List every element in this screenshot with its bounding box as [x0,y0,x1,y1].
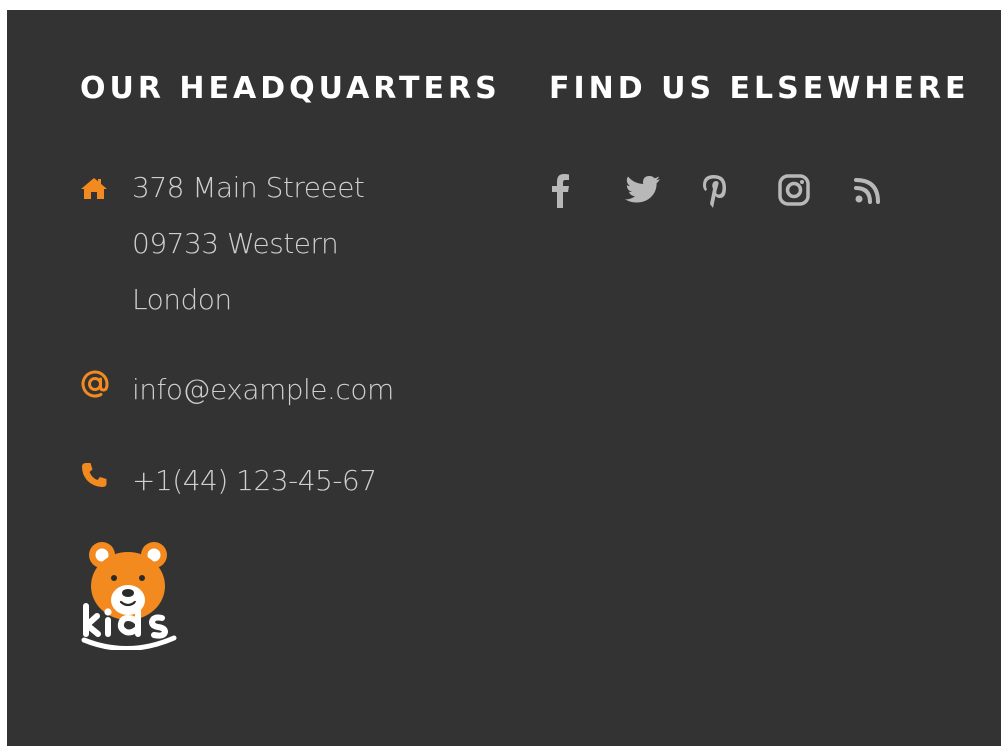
at-icon [80,366,132,402]
phone-link[interactable]: +1(44) 123-45-67 [132,453,377,509]
email-row: info@example.com [80,362,394,418]
address-row: 378 Main Streeet 09733 Western London [80,160,365,328]
pinterest-icon[interactable] [701,170,777,210]
address-line-2: 09733 Western [132,227,339,260]
social-links [549,170,929,210]
rss-icon[interactable] [853,170,929,210]
address-text: 378 Main Streeet 09733 Western London [132,160,365,328]
twitter-icon[interactable] [625,170,701,210]
address-line-1: 378 Main Streeet [132,171,365,204]
phone-row: +1(44) 123-45-67 [80,453,377,509]
instagram-icon[interactable] [777,170,853,210]
elsewhere-heading: FIND US ELSEWHERE [549,71,970,106]
bear-logo[interactable] [80,538,180,651]
home-icon [80,170,132,206]
phone-icon [80,457,132,493]
facebook-icon[interactable] [549,170,625,210]
email-link[interactable]: info@example.com [132,362,394,418]
headquarters-column: OUR HEADQUARTERS 378 Main Streeet 09733 … [80,70,501,497]
elsewhere-column: FIND US ELSEWHERE [549,70,989,208]
footer: OUR HEADQUARTERS 378 Main Streeet 09733 … [7,10,1001,746]
headquarters-heading: OUR HEADQUARTERS [80,71,501,106]
address-line-3: London [132,283,232,316]
